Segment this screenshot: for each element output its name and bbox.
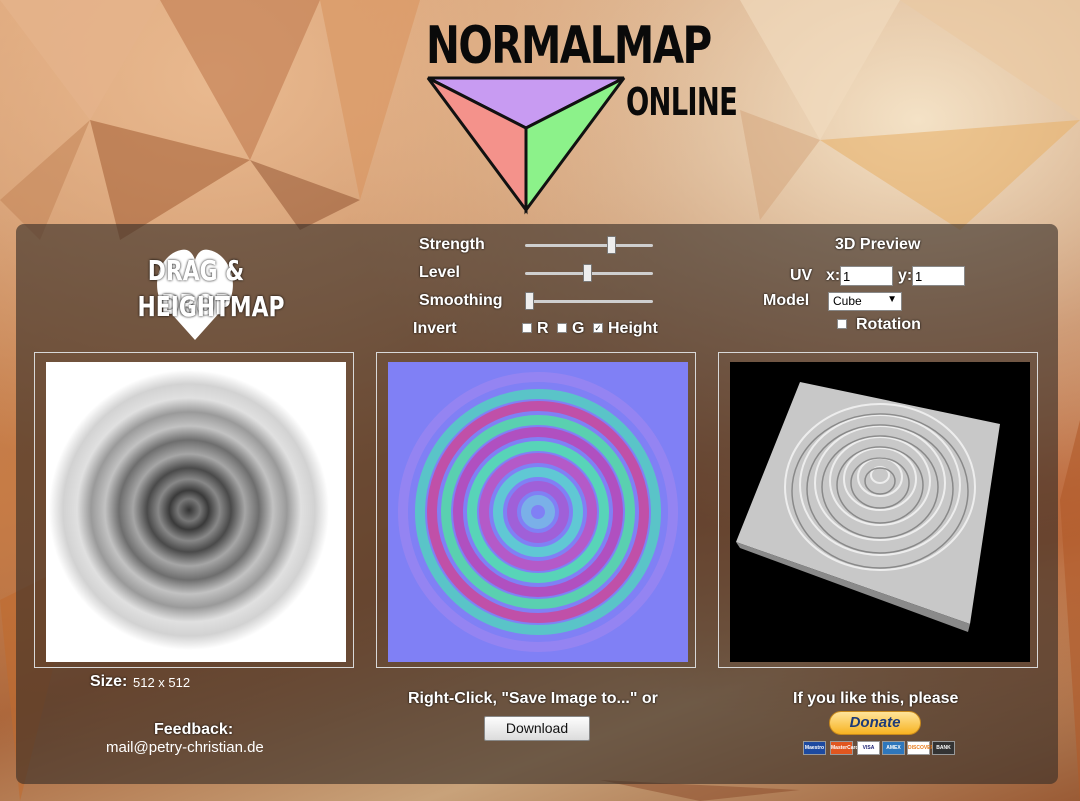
normalmap-image[interactable] (388, 362, 688, 662)
model-select-value: Cube (833, 294, 862, 308)
discover-icon: DISCOVER (907, 741, 934, 755)
save-instruction: Right-Click, "Save Image to..." or (408, 690, 658, 707)
invert-label: Invert (413, 320, 457, 337)
size-label: Size: (90, 673, 128, 690)
smoothing-slider[interactable] (525, 292, 653, 310)
main-panel: DRAG & DROP HEIGHTMAP Strength Level Smo… (16, 224, 1058, 784)
rotation-checkbox[interactable] (837, 319, 847, 329)
maestro-icon: Maestro (803, 741, 826, 755)
heightmap-frame (34, 352, 354, 668)
mastercard-icon: MasterCard (830, 741, 859, 755)
heightmap-image (46, 362, 346, 662)
normalmap-logo: NORMALMAP ONLINE (426, 10, 738, 215)
preview3d-canvas[interactable] (730, 362, 1030, 662)
logo-subtitle: ONLINE (626, 80, 738, 124)
smoothing-slider-thumb[interactable] (525, 292, 534, 310)
dragdrop-line2: HEIGHTMAP (137, 290, 285, 323)
smoothing-label: Smoothing (419, 292, 503, 309)
invert-r-checkbox[interactable] (522, 323, 532, 333)
size-value: 512 x 512 (133, 675, 191, 690)
invert-g-checkbox[interactable] (557, 323, 567, 333)
donate-button[interactable]: Donate (829, 711, 921, 735)
uv-y-input[interactable] (912, 266, 965, 286)
dragdrop-zone[interactable]: DRAG & DROP HEIGHTMAP (121, 240, 285, 340)
strength-slider[interactable] (525, 236, 653, 254)
download-button[interactable]: Download (484, 716, 590, 741)
model-select[interactable]: Cube ▼ (828, 292, 902, 311)
invert-height-label: Height (608, 320, 658, 337)
preview3d-frame (718, 352, 1038, 668)
donate-text: If you like this, please (793, 690, 959, 707)
model-label: Model (763, 292, 810, 309)
feedback-label: Feedback: (154, 721, 234, 738)
level-slider[interactable] (525, 264, 653, 282)
amex-icon: AMEX (882, 741, 905, 755)
preview3d-title: 3D Preview (835, 236, 921, 253)
rotation-label: Rotation (856, 316, 921, 333)
strength-slider-thumb[interactable] (607, 236, 617, 254)
normalmap-frame (376, 352, 696, 668)
invert-g-label: G (572, 320, 585, 337)
chevron-down-icon: ▼ (887, 294, 897, 305)
uv-x-input[interactable] (840, 266, 893, 286)
feedback-email-link[interactable]: mail@petry-christian.de (106, 739, 264, 756)
invert-r-label: R (537, 320, 549, 337)
bank-icon: BANK (932, 741, 955, 755)
strength-label: Strength (419, 236, 485, 253)
level-slider-thumb[interactable] (583, 264, 593, 282)
invert-height-checkbox[interactable]: ✓ (593, 323, 603, 333)
logo-title: NORMALMAP (426, 16, 712, 76)
uv-y-label: y: (898, 267, 913, 284)
uv-label: UV (790, 267, 813, 284)
visa-icon: VISA (857, 741, 880, 755)
level-label: Level (419, 264, 460, 281)
uv-x-label: x: (826, 267, 841, 284)
